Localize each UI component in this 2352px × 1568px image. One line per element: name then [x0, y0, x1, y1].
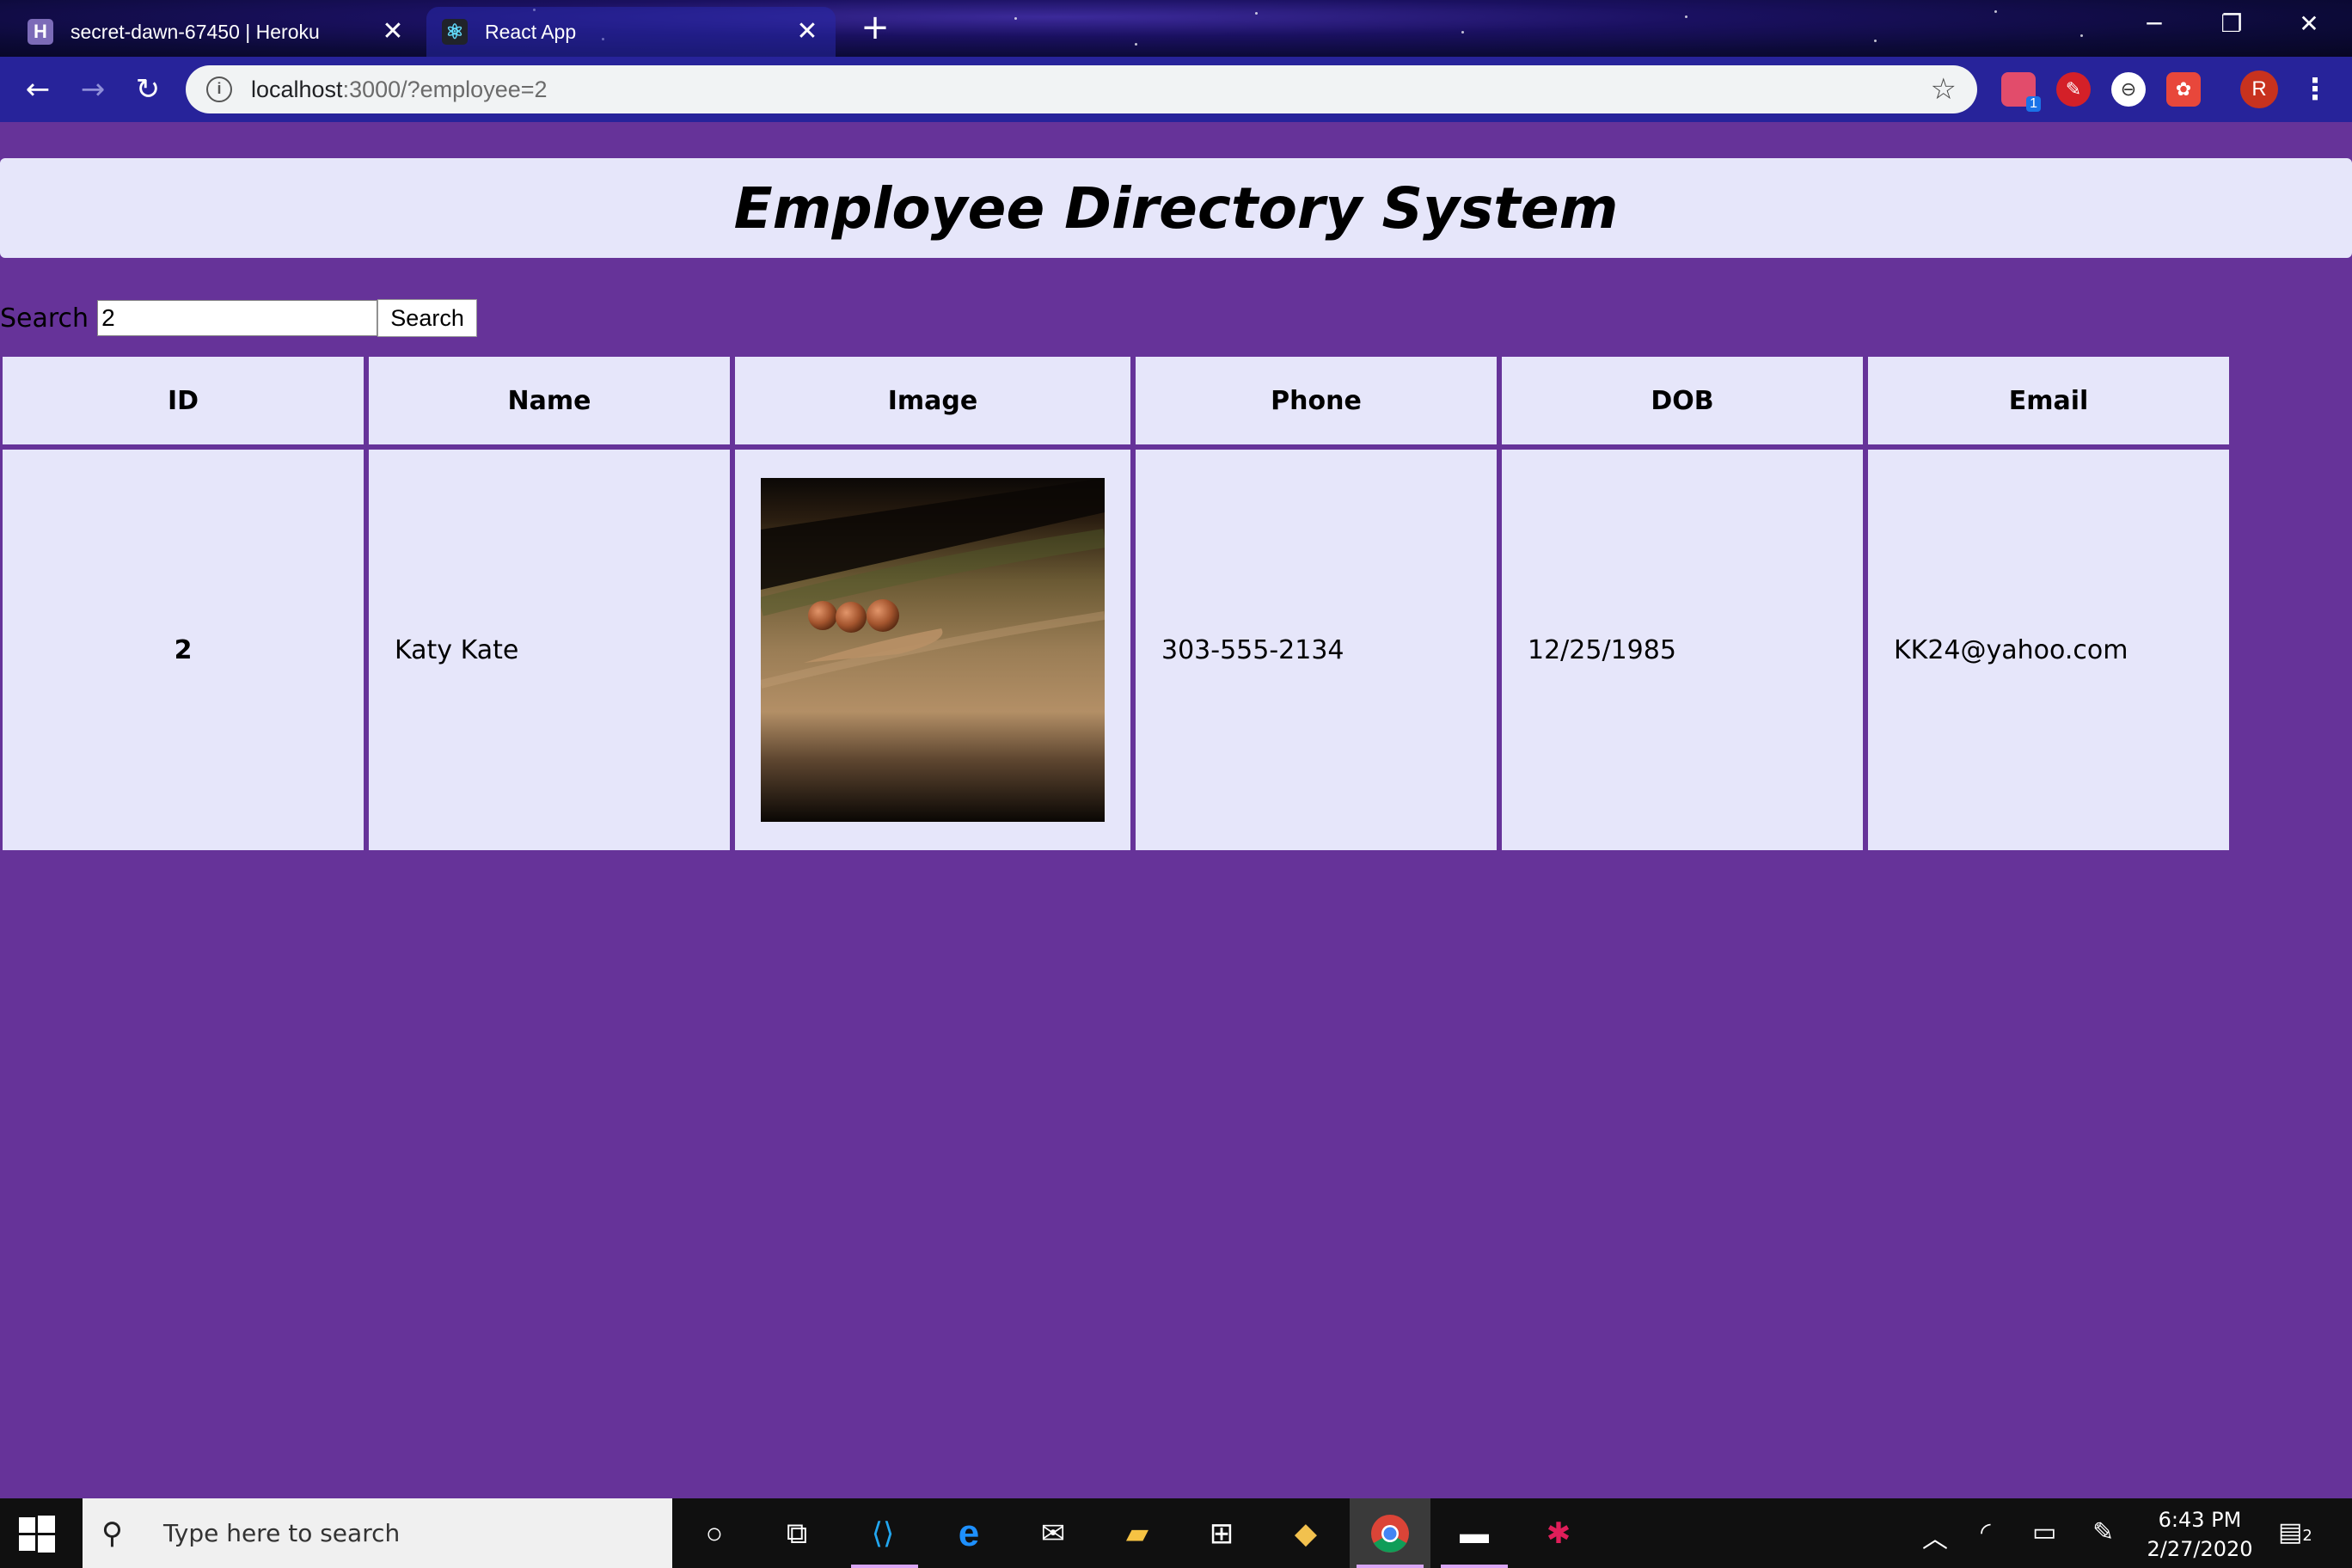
edge-icon[interactable]: e [946, 1510, 992, 1557]
column-header-email: Email [1868, 357, 2229, 444]
search-label: Search [0, 303, 89, 334]
store-icon[interactable]: ⊞ [1198, 1510, 1245, 1557]
tab-title: React App [485, 20, 577, 43]
search-icon: ⚲ [101, 1516, 123, 1551]
minimize-icon[interactable]: ─ [2120, 5, 2189, 43]
employee-photo [761, 478, 1105, 822]
extension-icon[interactable]: ✿ [2166, 72, 2201, 107]
back-icon[interactable]: ← [19, 70, 57, 108]
column-header-dob: DOB [1502, 357, 1863, 444]
chrome-icon[interactable] [1367, 1510, 1413, 1557]
browser-menu-icon[interactable]: ⋮ [2300, 70, 2330, 108]
page-header: Employee Directory System [0, 158, 2352, 258]
running-indicator [851, 1565, 918, 1568]
taskbar-clock[interactable]: 6:43 PM 2/27/2020 [2135, 1505, 2264, 1564]
cell-email: KK24@yahoo.com [1868, 450, 2229, 850]
mail-icon[interactable]: ✉ [1030, 1510, 1076, 1557]
column-header-name: Name [369, 357, 730, 444]
cell-phone: 303-555-2134 [1136, 450, 1497, 850]
tab-heroku[interactable]: H secret-dawn-67450 | Heroku ✕ [12, 7, 421, 57]
employee-table: ID Name Image Phone DOB Email 2 Katy Kat… [0, 352, 2234, 855]
terminal-icon[interactable]: ▬ [1451, 1510, 1498, 1557]
clock-time: 6:43 PM [2158, 1508, 2242, 1532]
new-tab-button[interactable]: + [858, 10, 892, 45]
cell-id: 2 [3, 450, 364, 850]
address-bar[interactable]: i localhost:3000/?employee=2 ☆ [186, 65, 1977, 113]
search-button[interactable]: Search [377, 299, 478, 337]
show-hidden-icons-icon[interactable]: ︿ [1922, 1517, 1948, 1555]
search-bar: Search Search [0, 299, 478, 337]
column-header-image: Image [735, 357, 1130, 444]
column-header-phone: Phone [1136, 357, 1497, 444]
cortana-icon[interactable]: ○ [691, 1510, 738, 1557]
restore-icon[interactable]: ❐ [2197, 5, 2266, 43]
column-header-id: ID [3, 357, 364, 444]
app-icon[interactable]: ◆ [1283, 1510, 1329, 1557]
extension-badge: 1 [2026, 96, 2041, 112]
cell-dob: 12/25/1985 [1502, 450, 1863, 850]
network-icon[interactable]: ◜ [1981, 1517, 1991, 1547]
reload-icon[interactable]: ↻ [129, 70, 167, 108]
page-title: Employee Directory System [733, 175, 1619, 242]
windows-taskbar: ⚲ Type here to search ○ ⧉ ⟨⟩ e ✉ ▰ ⊞ ◆ ▬… [0, 1498, 2352, 1568]
battery-icon[interactable]: ▭ [2032, 1517, 2056, 1547]
search-input[interactable] [97, 300, 378, 336]
table-header-row: ID Name Image Phone DOB Email [3, 357, 2229, 444]
pen-icon[interactable]: ✎ [2092, 1517, 2114, 1547]
browser-tab-strip: H secret-dawn-67450 | Heroku ✕ ⚛ React A… [0, 0, 2352, 57]
site-info-icon[interactable]: i [206, 77, 232, 102]
browser-toolbar: ← → ↻ i localhost:3000/?employee=2 ☆ 1 ✎… [0, 57, 2352, 122]
profile-avatar[interactable]: R [2240, 70, 2278, 108]
extension-icon[interactable]: ✎ [2056, 72, 2091, 107]
running-indicator [1357, 1565, 1424, 1568]
bookmark-star-icon[interactable]: ☆ [1931, 72, 1957, 107]
extension-icon[interactable]: ⊖ [2111, 72, 2146, 107]
heroku-icon: H [28, 19, 53, 45]
file-explorer-icon[interactable]: ▰ [1114, 1510, 1161, 1557]
close-tab-icon[interactable]: ✕ [794, 19, 820, 45]
task-view-icon[interactable]: ⧉ [774, 1510, 820, 1557]
forward-icon[interactable]: → [74, 70, 112, 108]
cell-name: Katy Kate [369, 450, 730, 850]
close-window-icon[interactable]: ✕ [2275, 5, 2343, 43]
windows-start-icon[interactable] [17, 1514, 57, 1553]
notifications-icon[interactable]: ▤2 [2278, 1517, 2312, 1547]
vscode-icon[interactable]: ⟨⟩ [860, 1510, 906, 1557]
react-icon: ⚛ [442, 19, 468, 45]
close-tab-icon[interactable]: ✕ [380, 19, 406, 45]
extension-icon[interactable]: 1 [2001, 72, 2041, 112]
url-path: :3000/?employee=2 [342, 76, 548, 102]
running-indicator [1441, 1565, 1508, 1568]
tab-title: secret-dawn-67450 | Heroku [70, 20, 320, 43]
notification-count: 2 [2302, 1527, 2312, 1545]
slack-icon[interactable]: ✱ [1535, 1510, 1582, 1557]
taskbar-search-placeholder: Type here to search [163, 1519, 401, 1547]
table-row: 2 Katy Kate 303-555-2134 12/25/1985 KK24… [3, 450, 2229, 850]
clock-date: 2/27/2020 [2147, 1537, 2253, 1561]
tab-react-app[interactable]: ⚛ React App ✕ [426, 7, 836, 57]
cell-image [735, 450, 1130, 850]
url-host: localhost [251, 76, 343, 102]
taskbar-search-box[interactable]: ⚲ Type here to search [83, 1498, 672, 1568]
